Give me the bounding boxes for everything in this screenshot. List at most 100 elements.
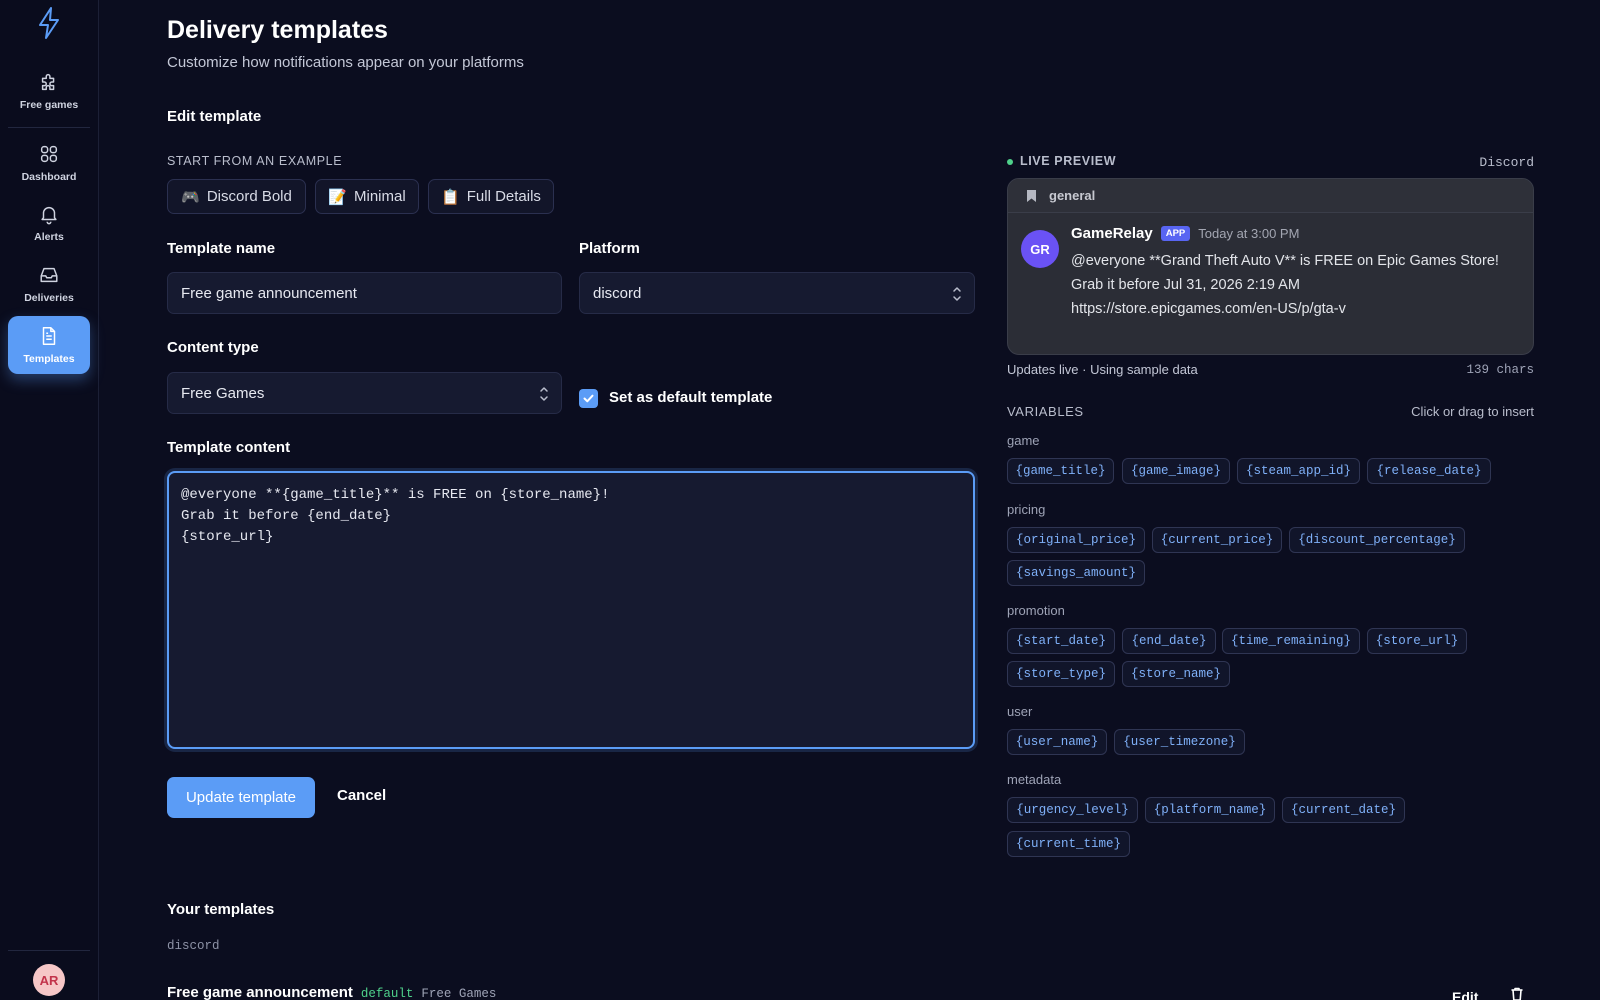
channel-bar: general — [1008, 179, 1533, 213]
message-line: @everyone **Grand Theft Auto V** is FREE… — [1071, 253, 1499, 269]
message-timestamp: Today at 3:00 PM — [1198, 226, 1300, 241]
example-label: Full Details — [466, 188, 541, 205]
variable-chip[interactable]: {start_date} — [1007, 628, 1115, 654]
template-row[interactable]: Free game announcement default Free Game… — [167, 984, 496, 1000]
example-label: Discord Bold — [206, 188, 292, 205]
default-badge: default — [360, 987, 414, 1000]
sidebar-item-dashboard[interactable]: Dashboard — [8, 134, 90, 192]
variable-chip[interactable]: {current_price} — [1152, 527, 1282, 553]
variable-chip[interactable]: {current_time} — [1007, 831, 1130, 857]
live-indicator-dot — [1007, 159, 1013, 165]
sidebar-divider — [8, 127, 90, 128]
examples-label: START FROM AN EXAMPLE — [167, 154, 343, 168]
sidebar-item-label: Deliveries — [24, 292, 74, 304]
variable-category-game: game — [1007, 433, 1040, 448]
message-body: @everyone **Grand Theft Auto V** is FREE… — [1071, 249, 1511, 321]
memo-icon: 📝 — [328, 188, 347, 206]
edit-template-button[interactable]: Edit — [1452, 989, 1478, 1000]
bot-name: GameRelay — [1071, 225, 1153, 242]
variable-chip[interactable]: {end_date} — [1122, 628, 1216, 654]
bot-avatar: GR — [1021, 230, 1059, 268]
sidebar-item-label: Free games — [19, 99, 79, 111]
default-template-checkbox[interactable] — [579, 389, 598, 408]
gamepad-icon: 🎮 — [181, 188, 200, 206]
cancel-button[interactable]: Cancel — [337, 787, 386, 804]
message-line: https://store.epicgames.com/en-US/p/gta-… — [1071, 301, 1346, 317]
variable-chip[interactable]: {urgency_level} — [1007, 797, 1138, 823]
example-discord-bold-button[interactable]: 🎮 Discord Bold — [167, 179, 306, 214]
sidebar-item-label: Dashboard — [21, 171, 77, 183]
inbox-icon — [40, 267, 58, 283]
your-templates-heading: Your templates — [167, 901, 275, 918]
grid-icon — [40, 145, 58, 163]
lightning-logo-icon[interactable] — [36, 6, 62, 40]
checkmark-icon — [583, 394, 594, 403]
template-row-type: Free Games — [421, 987, 497, 1000]
chevron-up-down-icon — [540, 387, 548, 401]
page-subtitle: Customize how notifications appear on yo… — [167, 54, 524, 71]
default-template-label[interactable]: Set as default template — [609, 389, 772, 406]
sidebar-item-label: Templates — [23, 353, 75, 365]
content-type-select[interactable]: Free Games — [167, 372, 562, 414]
variable-chip[interactable]: {time_remaining} — [1222, 628, 1360, 654]
template-content-label: Template content — [167, 439, 291, 456]
template-name-label: Template name — [167, 240, 276, 257]
bookmark-icon — [1027, 189, 1036, 202]
puzzle-icon — [41, 73, 55, 91]
sidebar-item-deliveries[interactable]: Deliveries — [8, 255, 90, 313]
app-badge: APP — [1160, 226, 1191, 241]
update-template-button[interactable]: Update template — [167, 777, 315, 818]
clipboard-icon: 📋 — [441, 188, 460, 206]
variable-chip[interactable]: {game_title} — [1007, 458, 1114, 484]
sidebar: Free games Dashboard Alerts Deliveries T… — [0, 0, 99, 1000]
preview-status: Updates live · Using sample data — [1007, 362, 1198, 377]
message-header: GameRelay APP Today at 3:00 PM — [1071, 225, 1299, 242]
file-text-icon — [42, 327, 56, 345]
sidebar-divider — [8, 950, 90, 951]
example-full-details-button[interactable]: 📋 Full Details — [428, 179, 554, 214]
template-content-textarea[interactable]: @everyone **{game_title}** is FREE on {s… — [167, 471, 975, 749]
character-count: 139 chars — [1466, 363, 1534, 377]
live-preview-label: LIVE PREVIEW — [1020, 154, 1117, 168]
variable-chip[interactable]: {release_date} — [1367, 458, 1491, 484]
variable-chip[interactable]: {savings_amount} — [1007, 560, 1145, 586]
variable-chip[interactable]: {discount_percentage} — [1289, 527, 1465, 553]
variables-heading: VARIABLES — [1007, 404, 1084, 419]
variable-category-user: user — [1007, 704, 1033, 719]
sidebar-item-templates[interactable]: Templates — [8, 316, 90, 374]
variable-chip[interactable]: {original_price} — [1007, 527, 1145, 553]
edit-template-heading: Edit template — [167, 108, 262, 125]
example-minimal-button[interactable]: 📝 Minimal — [315, 179, 419, 214]
platform-select[interactable]: discord — [579, 272, 975, 314]
content-type-label: Content type — [167, 339, 259, 356]
variable-chip[interactable]: {store_name} — [1122, 661, 1230, 687]
variable-chip[interactable]: {user_name} — [1007, 729, 1107, 755]
variables-hint: Click or drag to insert — [1411, 404, 1534, 419]
variable-chip[interactable]: {user_timezone} — [1114, 729, 1245, 755]
variable-category-metadata: metadata — [1007, 772, 1062, 787]
variable-category-promotion: promotion — [1007, 603, 1065, 618]
template-name-input[interactable]: Free game announcement — [167, 272, 562, 314]
page-title: Delivery templates — [167, 16, 388, 44]
sidebar-item-alerts[interactable]: Alerts — [8, 194, 90, 252]
sidebar-item-free-games[interactable]: Free games — [8, 62, 90, 120]
variable-chip[interactable]: {game_image} — [1122, 458, 1230, 484]
variable-category-pricing: pricing — [1007, 502, 1046, 517]
variable-chip[interactable]: {store_type} — [1007, 661, 1115, 687]
platform-value: discord — [593, 284, 642, 302]
variable-chip[interactable]: {current_date} — [1282, 797, 1405, 823]
variable-chip[interactable]: {store_url} — [1367, 628, 1467, 654]
preview-platform-label: Discord — [1479, 155, 1534, 170]
bell-icon — [41, 206, 57, 225]
message-line: Grab it before Jul 31, 2026 2:19 AM — [1071, 277, 1300, 293]
discord-preview-card: general GR GameRelay APP Today at 3:00 P… — [1007, 178, 1534, 355]
template-name-value: Free game announcement — [181, 284, 357, 302]
channel-name: general — [1049, 188, 1096, 203]
trash-icon[interactable] — [1509, 986, 1525, 1000]
avatar[interactable]: AR — [33, 964, 65, 996]
variable-chip[interactable]: {platform_name} — [1145, 797, 1275, 823]
template-row-name: Free game announcement — [167, 984, 353, 1000]
variable-chip[interactable]: {steam_app_id} — [1237, 458, 1360, 484]
example-label: Minimal — [354, 188, 406, 205]
sidebar-item-label: Alerts — [34, 231, 64, 243]
